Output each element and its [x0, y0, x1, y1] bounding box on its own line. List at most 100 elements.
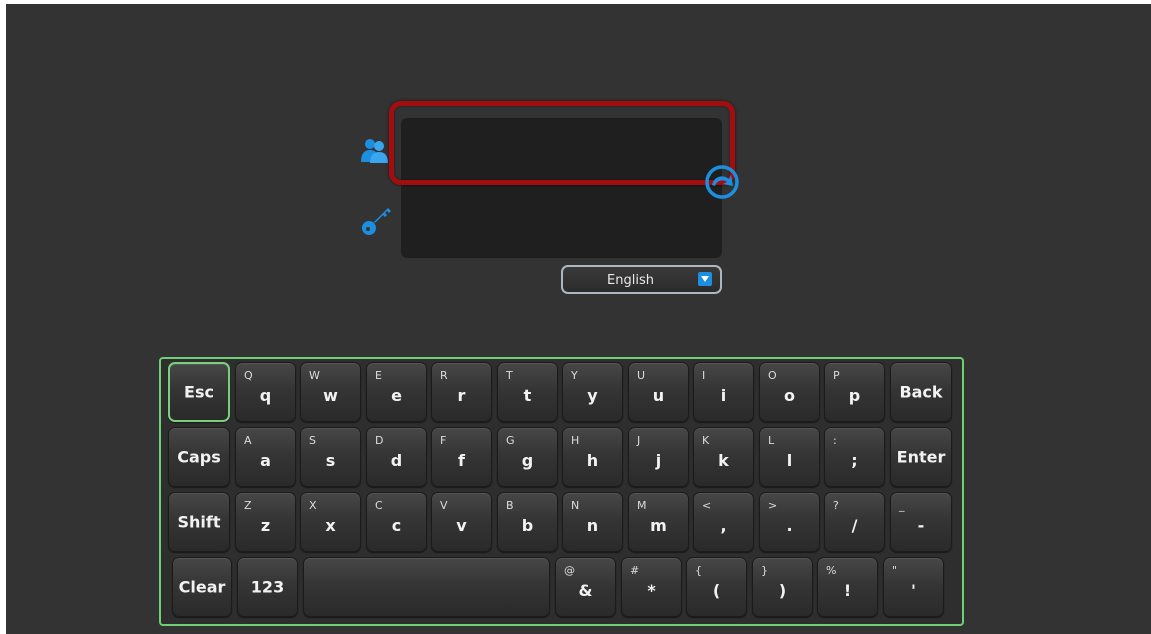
key-apostrophe[interactable]: " ' [883, 557, 944, 617]
back-key[interactable]: Back [890, 362, 952, 422]
key-r[interactable]: R r [431, 362, 492, 422]
key-exclamation-shift-label: % [826, 564, 837, 577]
key-x[interactable]: X x [300, 492, 361, 552]
key-t-shift-label: T [506, 369, 513, 382]
key-f[interactable]: F f [431, 427, 492, 487]
enter-key[interactable]: Enter [890, 427, 952, 487]
key-t-label: t [523, 386, 532, 405]
key-m[interactable]: M m [628, 492, 689, 552]
key-semicolon[interactable]: : ; [824, 427, 885, 487]
key-v-label: v [456, 516, 467, 535]
key-k-shift-label: K [702, 434, 710, 447]
key-o-shift-label: O [768, 369, 777, 382]
key-k[interactable]: K k [693, 427, 754, 487]
key-u[interactable]: U u [628, 362, 689, 422]
key-open-paren-shift-label: { [695, 564, 702, 577]
key-ampersand[interactable]: @ & [555, 557, 616, 617]
key-o[interactable]: O o [759, 362, 820, 422]
key-ampersand-shift-label: @ [564, 564, 575, 577]
numeric-mode-key[interactable]: 123 [237, 557, 298, 617]
users-icon [361, 139, 388, 163]
key-c-label: c [391, 516, 402, 535]
key-n[interactable]: N n [562, 492, 623, 552]
key-o-label: o [784, 386, 795, 405]
key-close-paren[interactable]: } ) [752, 557, 813, 617]
key-period-shift-label: > [768, 499, 778, 512]
key-t[interactable]: T t [497, 362, 558, 422]
clear-key[interactable]: Clear [172, 557, 232, 617]
key-j-label: j [655, 451, 662, 470]
key-z[interactable]: Z z [235, 492, 296, 552]
key-comma-shift-label: < [702, 499, 712, 512]
caps-key[interactable]: Caps [168, 427, 230, 487]
key-l[interactable]: L l [759, 427, 820, 487]
key-asterisk[interactable]: # * [621, 557, 682, 617]
key-i-label: i [720, 386, 727, 405]
key-a[interactable]: A a [235, 427, 296, 487]
key-close-paren-label: ) [778, 581, 787, 600]
key-p-label: p [848, 386, 861, 405]
go-arrow-icon[interactable] [703, 163, 741, 201]
key-s-shift-label: S [309, 434, 316, 447]
clear-key-label: Clear [178, 577, 226, 597]
key-semicolon-label: ; [851, 451, 858, 470]
key-u-shift-label: U [637, 369, 646, 382]
key-exclamation[interactable]: % ! [817, 557, 878, 617]
key-apostrophe-shift-label: " [892, 564, 898, 577]
esc-key-label: Esc [184, 382, 214, 402]
key-asterisk-shift-label: # [630, 564, 640, 577]
esc-key[interactable]: Esc [168, 362, 230, 422]
key-c[interactable]: C c [366, 492, 427, 552]
key-n-label: n [586, 516, 599, 535]
key-i[interactable]: I i [693, 362, 754, 422]
key-y[interactable]: Y y [562, 362, 623, 422]
key-s-label: s [325, 451, 336, 470]
key-e[interactable]: E e [366, 362, 427, 422]
language-select[interactable]: English [561, 265, 722, 294]
key-z-label: z [260, 516, 271, 535]
key-p-shift-label: P [833, 369, 840, 382]
key-u-label: u [652, 386, 665, 405]
key-v[interactable]: V v [431, 492, 492, 552]
key-k-label: k [718, 451, 729, 470]
key-open-paren[interactable]: { ( [686, 557, 747, 617]
language-select-value: English [607, 273, 654, 288]
key-h[interactable]: H h [562, 427, 623, 487]
key-w[interactable]: W w [300, 362, 361, 422]
key-z-shift-label: Z [244, 499, 252, 512]
key-x-shift-label: X [309, 499, 317, 512]
key-apostrophe-label: ' [911, 581, 916, 600]
key-close-paren-shift-label: } [761, 564, 768, 577]
key-r-label: r [457, 386, 466, 405]
key-j[interactable]: J j [628, 427, 689, 487]
username-input[interactable] [401, 118, 722, 186]
key-q[interactable]: Q q [235, 362, 296, 422]
shift-key[interactable]: Shift [168, 492, 230, 552]
key-slash[interactable]: ? / [824, 492, 885, 552]
key-comma[interactable]: < , [693, 492, 754, 552]
key-open-paren-label: ( [712, 581, 721, 600]
key-q-label: q [259, 386, 272, 405]
key-m-shift-label: M [637, 499, 647, 512]
key-f-shift-label: F [440, 434, 447, 447]
space-key[interactable] [303, 557, 550, 617]
key-minus-label: - [917, 516, 925, 535]
caps-key-label: Caps [177, 447, 221, 467]
key-minus[interactable]: _ - [890, 492, 952, 552]
key-d[interactable]: D d [366, 427, 427, 487]
key-s[interactable]: S s [300, 427, 361, 487]
key-asterisk-label: * [647, 581, 656, 600]
back-key-label: Back [899, 382, 943, 402]
key-e-label: e [391, 386, 402, 405]
key-b-label: b [521, 516, 534, 535]
key-p[interactable]: P p [824, 362, 885, 422]
key-period[interactable]: > . [759, 492, 820, 552]
key-b[interactable]: B b [497, 492, 558, 552]
key-b-shift-label: B [506, 499, 514, 512]
key-g[interactable]: G g [497, 427, 558, 487]
key-icon [362, 208, 391, 235]
key-r-shift-label: R [440, 369, 448, 382]
password-input[interactable] [401, 190, 722, 258]
key-g-label: g [521, 451, 534, 470]
key-m-label: m [650, 516, 667, 535]
